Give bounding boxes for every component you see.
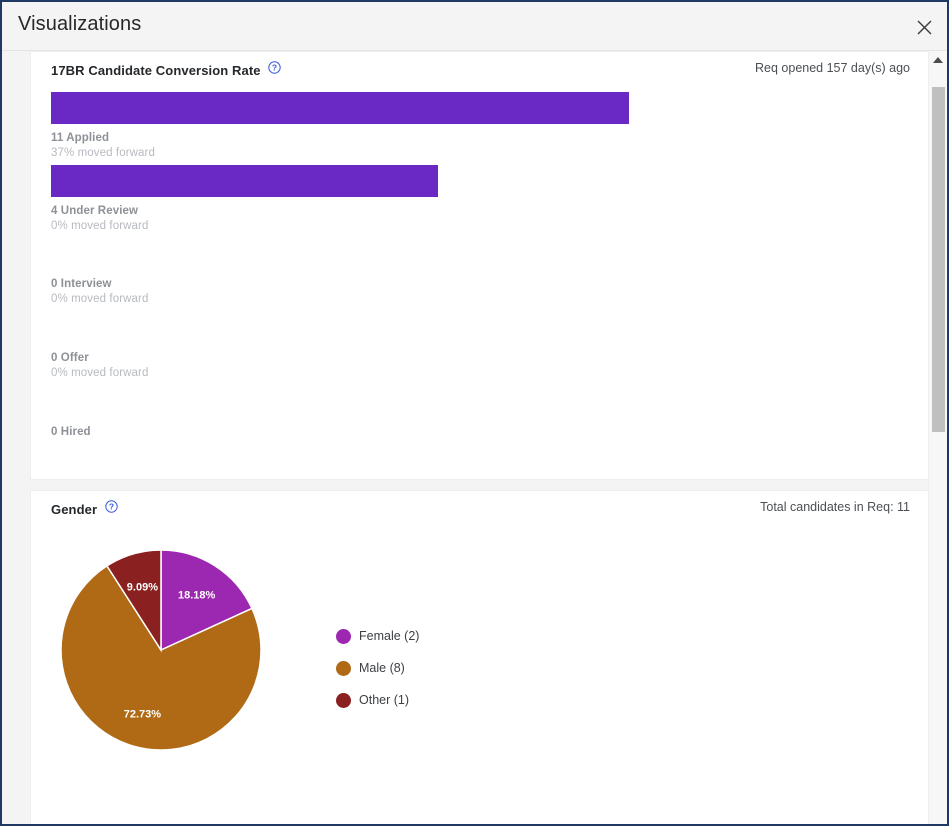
gender-title: Gender ? — [51, 500, 118, 517]
funnel-sublabel-under-review: 0% moved forward — [51, 220, 149, 232]
svg-text:?: ? — [109, 502, 114, 512]
vertical-scrollbar[interactable] — [928, 51, 947, 824]
funnel-label-interview: 0 Interview — [51, 278, 112, 290]
pie-label-male: 72.73% — [124, 708, 162, 720]
scrollbar-thumb[interactable] — [932, 87, 945, 432]
legend-swatch-other — [336, 692, 351, 708]
conversion-rate-card: 17BR Candidate Conversion Rate ? Req ope… — [30, 51, 929, 480]
close-icon[interactable] — [911, 14, 937, 40]
pie-label-female: 18.18% — [178, 589, 216, 601]
legend-item-other[interactable]: Other (1) — [336, 684, 419, 716]
funnel-label-under-review: 4 Under Review — [51, 205, 139, 217]
svg-text:?: ? — [272, 63, 277, 73]
funnel-bar-applied — [51, 92, 629, 124]
funnel-label-offer: 0 Offer — [51, 352, 89, 364]
conversion-rate-title: 17BR Candidate Conversion Rate ? — [51, 61, 282, 78]
dialog-scroll-area: 17BR Candidate Conversion Rate ? Req ope… — [2, 51, 947, 824]
funnel-stage-offer: 0 Offer 0% moved forward — [51, 312, 911, 379]
legend-swatch-male — [336, 660, 351, 676]
funnel-sublabel-offer: 0% moved forward — [51, 367, 149, 379]
funnel-label-hired: 0 Hired — [51, 426, 91, 438]
page-title: Visualizations — [18, 13, 142, 35]
legend-item-female[interactable]: Female (2) — [336, 620, 419, 652]
funnel-sublabel-applied: 37% moved forward — [51, 147, 155, 159]
legend-label-female: Female (2) — [359, 629, 420, 643]
conversion-rate-title-text: 17BR Candidate Conversion Rate — [51, 63, 261, 78]
funnel-stage-applied: 11 Applied 37% moved forward — [51, 92, 911, 159]
funnel-stage-hired: 0 Hired — [51, 386, 911, 438]
funnel-bar-under-review — [51, 165, 438, 197]
conversion-rate-header: 17BR Candidate Conversion Rate ? Req ope… — [31, 52, 928, 86]
dialog-titlebar: Visualizations — [2, 2, 947, 51]
help-circle-icon[interactable]: ? — [105, 500, 118, 513]
triangle-up-icon[interactable] — [929, 51, 947, 69]
help-circle-icon[interactable]: ? — [268, 61, 282, 74]
total-candidates-meta: Total candidates in Req: 11 — [760, 500, 910, 514]
funnel-stage-under-review: 4 Under Review 0% moved forward — [51, 165, 911, 232]
legend-label-male: Male (8) — [359, 661, 405, 675]
gender-chart-body: 18.18% 72.73% 9.09% Female (2) Male (8) — [31, 525, 930, 824]
legend-item-male[interactable]: Male (8) — [336, 652, 419, 684]
conversion-funnel-chart: 11 Applied 37% moved forward 4 Under Rev… — [31, 86, 930, 481]
funnel-label-applied: 11 Applied — [51, 132, 110, 144]
funnel-stage-interview: 0 Interview 0% moved forward — [51, 238, 911, 305]
gender-header: Gender ? Total candidates in Req: 11 — [31, 491, 928, 525]
legend-swatch-female — [336, 628, 351, 644]
visualizations-dialog: Visualizations 17BR Candidate Conversion… — [0, 0, 949, 826]
gender-title-text: Gender — [51, 502, 98, 517]
pie-label-other: 9.09% — [127, 582, 158, 594]
gender-card: Gender ? Total candidates in Req: 11 18.… — [30, 490, 929, 824]
gender-pie-chart: 18.18% 72.73% 9.09% — [46, 535, 276, 765]
funnel-sublabel-interview: 0% moved forward — [51, 293, 149, 305]
legend-label-other: Other (1) — [359, 693, 410, 707]
gender-legend: Female (2) Male (8) Other (1) — [336, 620, 419, 716]
req-opened-meta: Req opened 157 day(s) ago — [755, 61, 910, 75]
